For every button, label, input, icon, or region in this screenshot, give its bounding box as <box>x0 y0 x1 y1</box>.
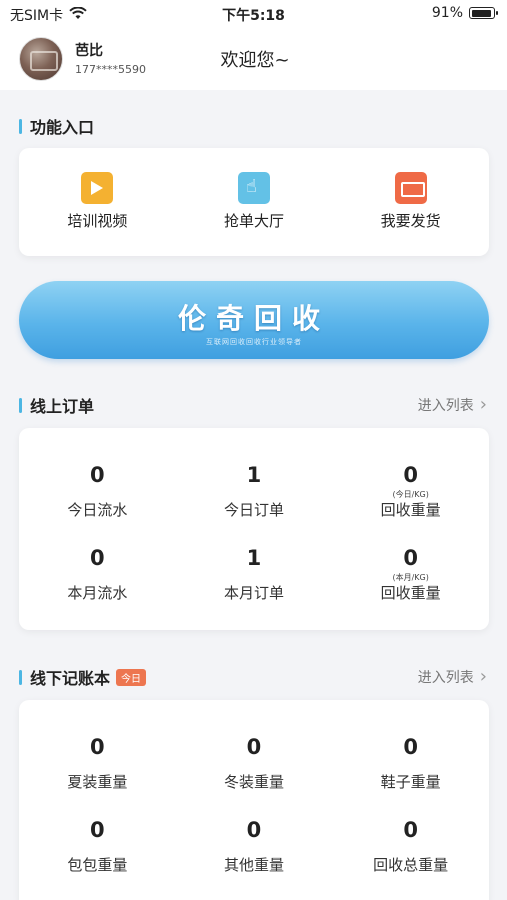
online-orders-grid: 0 今日流水 1 今日订单 0 (今日/KG) 回收重量 0 本月流水 1 本月… <box>19 428 489 602</box>
offline-ledger-more-link[interactable]: 进入列表 › <box>418 666 487 687</box>
status-bar: 无SIM卡 下午5:18 91% <box>0 0 507 28</box>
online-orders-section-title: 线上订单 <box>19 393 94 417</box>
stat-label: 本月订单 <box>223 584 284 602</box>
stat-other-weight[interactable]: 0 其他重量 <box>176 787 333 874</box>
stat-today-weight[interactable]: 0 (今日/KG) 回收重量 <box>332 432 489 519</box>
banner-title: 伦奇回收 <box>177 302 330 335</box>
welcome-text: 欢迎您~ <box>220 50 290 71</box>
function-label: 抢单大厅 <box>224 212 285 230</box>
function-ship[interactable]: 我要发货 <box>332 148 489 256</box>
stat-value: 0 <box>403 735 418 759</box>
online-orders-card: 0 今日流水 1 今日订单 0 (今日/KG) 回收重量 0 本月流水 1 本月… <box>19 428 489 630</box>
stat-value: 0 <box>403 818 418 842</box>
offline-ledger-section-title: 线下记账本 今日 <box>19 665 147 689</box>
stat-today-revenue[interactable]: 0 今日流水 <box>19 432 176 519</box>
battery-icon <box>469 7 498 19</box>
function-label: 我要发货 <box>380 212 441 230</box>
stat-month-revenue[interactable]: 0 本月流水 <box>19 515 176 602</box>
functions-card: 培训视频 抢单大厅 我要发货 <box>19 148 489 256</box>
more-link-label: 进入列表 <box>417 397 474 414</box>
stat-label: 回收重量 <box>380 584 441 602</box>
stat-value: 1 <box>246 546 262 570</box>
stat-label: 包包重量 <box>67 856 128 874</box>
status-right: 91% <box>431 5 498 21</box>
video-icon <box>81 172 114 204</box>
chevron-right-icon: › <box>479 394 487 415</box>
stat-value: 0 <box>90 546 105 570</box>
functions-grid: 培训视频 抢单大厅 我要发货 <box>19 148 489 256</box>
header: 芭比 177****5590 欢迎您~ <box>0 28 507 90</box>
tap-hand-icon <box>238 172 270 204</box>
section-marker <box>19 118 22 134</box>
functions-title: 功能入口 <box>30 118 95 137</box>
stat-value: 1 <box>246 463 262 487</box>
stat-value: 0 <box>90 735 105 759</box>
function-label: 培训视频 <box>67 212 128 230</box>
stat-label: 回收总重量 <box>373 856 449 874</box>
stat-month-orders[interactable]: 1 本月订单 <box>176 515 333 602</box>
offline-ledger-title: 线下记账本 <box>30 669 111 688</box>
chevron-right-icon: › <box>479 666 487 687</box>
offline-ledger-grid: 0 夏装重量 0 冬装重量 0 鞋子重量 0 包包重量 0 其他重量 0 回收总… <box>19 700 489 874</box>
online-orders-more-link[interactable]: 进入列表 › <box>418 394 487 415</box>
stat-label: 其他重量 <box>223 856 284 874</box>
stat-today-orders[interactable]: 1 今日订单 <box>176 432 333 519</box>
stat-value: 0 <box>403 546 418 570</box>
offline-ledger-card: 0 夏装重量 0 冬装重量 0 鞋子重量 0 包包重量 0 其他重量 0 回收总… <box>19 700 489 900</box>
more-link-label: 进入列表 <box>417 669 474 686</box>
stat-shoes-weight[interactable]: 0 鞋子重量 <box>332 704 489 791</box>
stat-label: 本月流水 <box>67 584 128 602</box>
stat-value: 0 <box>403 463 418 487</box>
stat-value: 0 <box>90 463 105 487</box>
promo-banner[interactable]: 伦奇回收 互联网回收回收行业领导者 <box>19 281 489 359</box>
stat-winter-weight[interactable]: 0 冬装重量 <box>176 704 333 791</box>
section-marker <box>19 397 22 413</box>
stat-month-weight[interactable]: 0 (本月/KG) 回收重量 <box>332 515 489 602</box>
stat-summer-weight[interactable]: 0 夏装重量 <box>19 704 176 791</box>
online-orders-title: 线上订单 <box>30 397 95 416</box>
banner-subtitle: 互联网回收回收行业领导者 <box>206 338 302 346</box>
section-marker <box>19 669 22 685</box>
function-order-hall[interactable]: 抢单大厅 <box>176 148 333 256</box>
today-badge: 今日 <box>116 668 147 686</box>
stat-value: 0 <box>90 818 105 842</box>
stat-value: 0 <box>246 818 262 842</box>
function-training-video[interactable]: 培训视频 <box>19 148 176 256</box>
battery-percent: 91% <box>431 5 463 21</box>
stat-bags-weight[interactable]: 0 包包重量 <box>19 787 176 874</box>
functions-section-title: 功能入口 <box>19 114 94 138</box>
stat-total-weight[interactable]: 0 回收总重量 <box>332 787 489 874</box>
stat-value: 0 <box>246 735 262 759</box>
delivery-truck-icon <box>394 172 427 204</box>
